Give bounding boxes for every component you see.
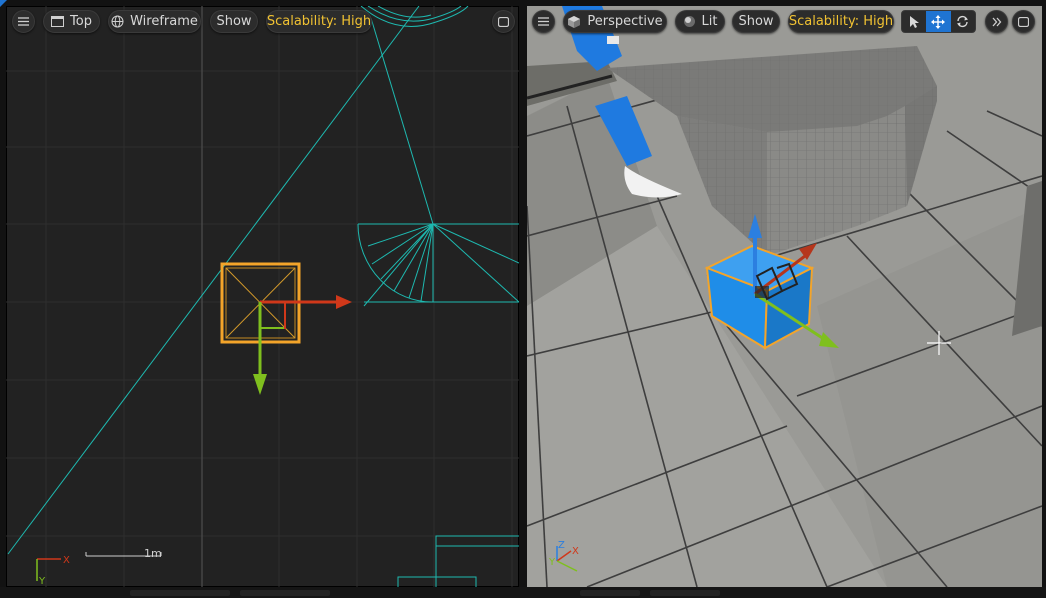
view-mode-label: Top [70, 14, 92, 29]
double-chevron-right-icon [992, 17, 1001, 26]
maximize-button[interactable] [1012, 10, 1035, 33]
lit-button[interactable]: Lit [675, 10, 725, 33]
lit-label: Lit [701, 14, 718, 29]
axis-z-label: Z [558, 540, 565, 551]
scalability-label: Scalability: High [788, 14, 894, 29]
cube-icon [567, 15, 581, 29]
axis-y-label: Y [548, 557, 556, 568]
globe-wireframe-icon [111, 15, 124, 28]
rotate-tool-button[interactable] [951, 11, 975, 32]
viewport-menu-button[interactable] [532, 10, 555, 33]
bottom-status-strip [0, 587, 1046, 598]
view-mode-button[interactable]: Top [43, 10, 100, 33]
hamburger-menu-icon [538, 17, 549, 26]
axis-x-label: X [63, 555, 70, 566]
render-mode-label: Wireframe [130, 14, 198, 29]
maximize-icon [498, 16, 509, 27]
maximize-icon [1018, 16, 1029, 27]
transform-tool-group [901, 10, 976, 33]
show-button[interactable]: Show [210, 10, 258, 33]
maximize-button[interactable] [492, 10, 515, 33]
toolbar-overflow-button[interactable] [985, 10, 1008, 33]
scalability-button[interactable]: Scalability: High [788, 10, 894, 33]
lit-sphere-icon [683, 15, 696, 28]
show-label: Show [216, 14, 252, 29]
axis-indicator: X Y [36, 555, 70, 587]
select-arrow-icon [910, 16, 920, 28]
perspective-scene: Z X Y [527, 6, 1042, 587]
show-label: Show [738, 14, 774, 29]
window-icon [51, 16, 65, 27]
view-mode-button[interactable]: Perspective [563, 10, 667, 33]
view-mode-label: Perspective [587, 14, 663, 29]
rotate-icon [957, 15, 969, 28]
move-arrows-icon [931, 14, 946, 29]
top-viewport[interactable]: X Y 1m Top Wireframe Show Scalability: H… [6, 6, 519, 587]
viewport-menu-button[interactable] [12, 10, 35, 33]
axis-y-label: Y [38, 576, 46, 587]
render-mode-button[interactable]: Wireframe [108, 10, 201, 33]
move-tool-button[interactable] [926, 11, 951, 32]
scalability-button[interactable]: Scalability: High [266, 10, 372, 33]
scale-label: 1m [144, 547, 162, 560]
axis-x-label: X [572, 546, 579, 557]
scalability-label: Scalability: High [266, 14, 372, 29]
perspective-viewport[interactable]: Z X Y Perspective Lit Show Scalability: … [527, 6, 1042, 587]
show-button[interactable]: Show [732, 10, 780, 33]
hamburger-menu-icon [18, 17, 29, 26]
select-tool-button[interactable] [902, 11, 926, 32]
wireframe-scene: X Y [6, 6, 519, 587]
